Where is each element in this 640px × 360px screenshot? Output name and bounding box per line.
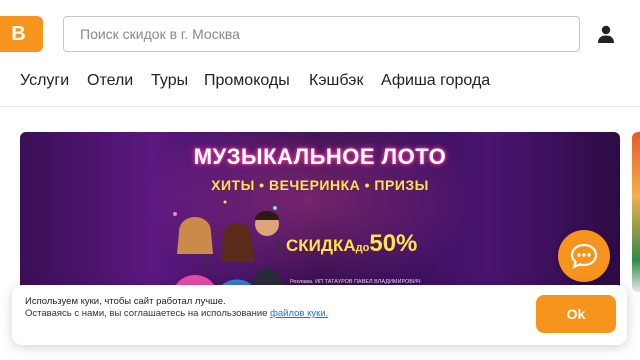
promo-banner[interactable]: МУЗЫКАЛЬНОЕ ЛОТО ХИТЫ • ВЕЧЕРИНКА • ПРИЗ… xyxy=(20,132,620,302)
logo[interactable]: B xyxy=(0,16,43,52)
next-banner-peek[interactable] xyxy=(632,132,640,292)
cookie-policy-link[interactable]: файлов куки. xyxy=(270,308,328,319)
cookie-text: Оставаясь с нами, вы соглашаетесь на исп… xyxy=(25,308,328,319)
cookie-ok-button[interactable]: Ok xyxy=(536,295,616,333)
category-nav: Услуги Отели Туры Промокоды Кэшбэк Афиша… xyxy=(0,62,640,107)
header: B xyxy=(0,0,640,62)
discount-word: СКИДКА xyxy=(286,236,356,255)
banner-subtitle: ХИТЫ • ВЕЧЕРИНКА • ПРИЗЫ xyxy=(211,177,429,193)
user-icon xyxy=(598,25,614,43)
discount-prefix: до xyxy=(355,242,370,254)
banner-title: МУЗЫКАЛЬНОЕ ЛОТО xyxy=(193,144,447,169)
nav-item-tours[interactable]: Туры xyxy=(151,72,188,90)
nav-item-hotels[interactable]: Отели xyxy=(87,72,133,90)
cookie-banner: Используем куки, чтобы сайт работал лучш… xyxy=(12,285,627,345)
nav-item-cashback[interactable]: Кэшбэк xyxy=(309,72,363,90)
cookie-title: Используем куки, чтобы сайт работал лучш… xyxy=(25,296,226,307)
discount-label: СКИДКАдо50% xyxy=(286,230,417,258)
nav-item-city-events[interactable]: Афиша города xyxy=(381,72,490,90)
nav-item-services[interactable]: Услуги xyxy=(20,72,69,90)
logo-letter: B xyxy=(11,22,26,45)
discount-value: 50% xyxy=(369,230,418,257)
user-button[interactable] xyxy=(592,20,620,48)
search-input[interactable] xyxy=(63,16,580,52)
nav-item-promocodes[interactable]: Промокоды xyxy=(204,72,290,90)
chat-button[interactable] xyxy=(558,230,610,282)
cookie-message: Оставаясь с нами, вы соглашаетесь на исп… xyxy=(25,308,268,319)
chat-bubble-icon xyxy=(570,243,598,269)
